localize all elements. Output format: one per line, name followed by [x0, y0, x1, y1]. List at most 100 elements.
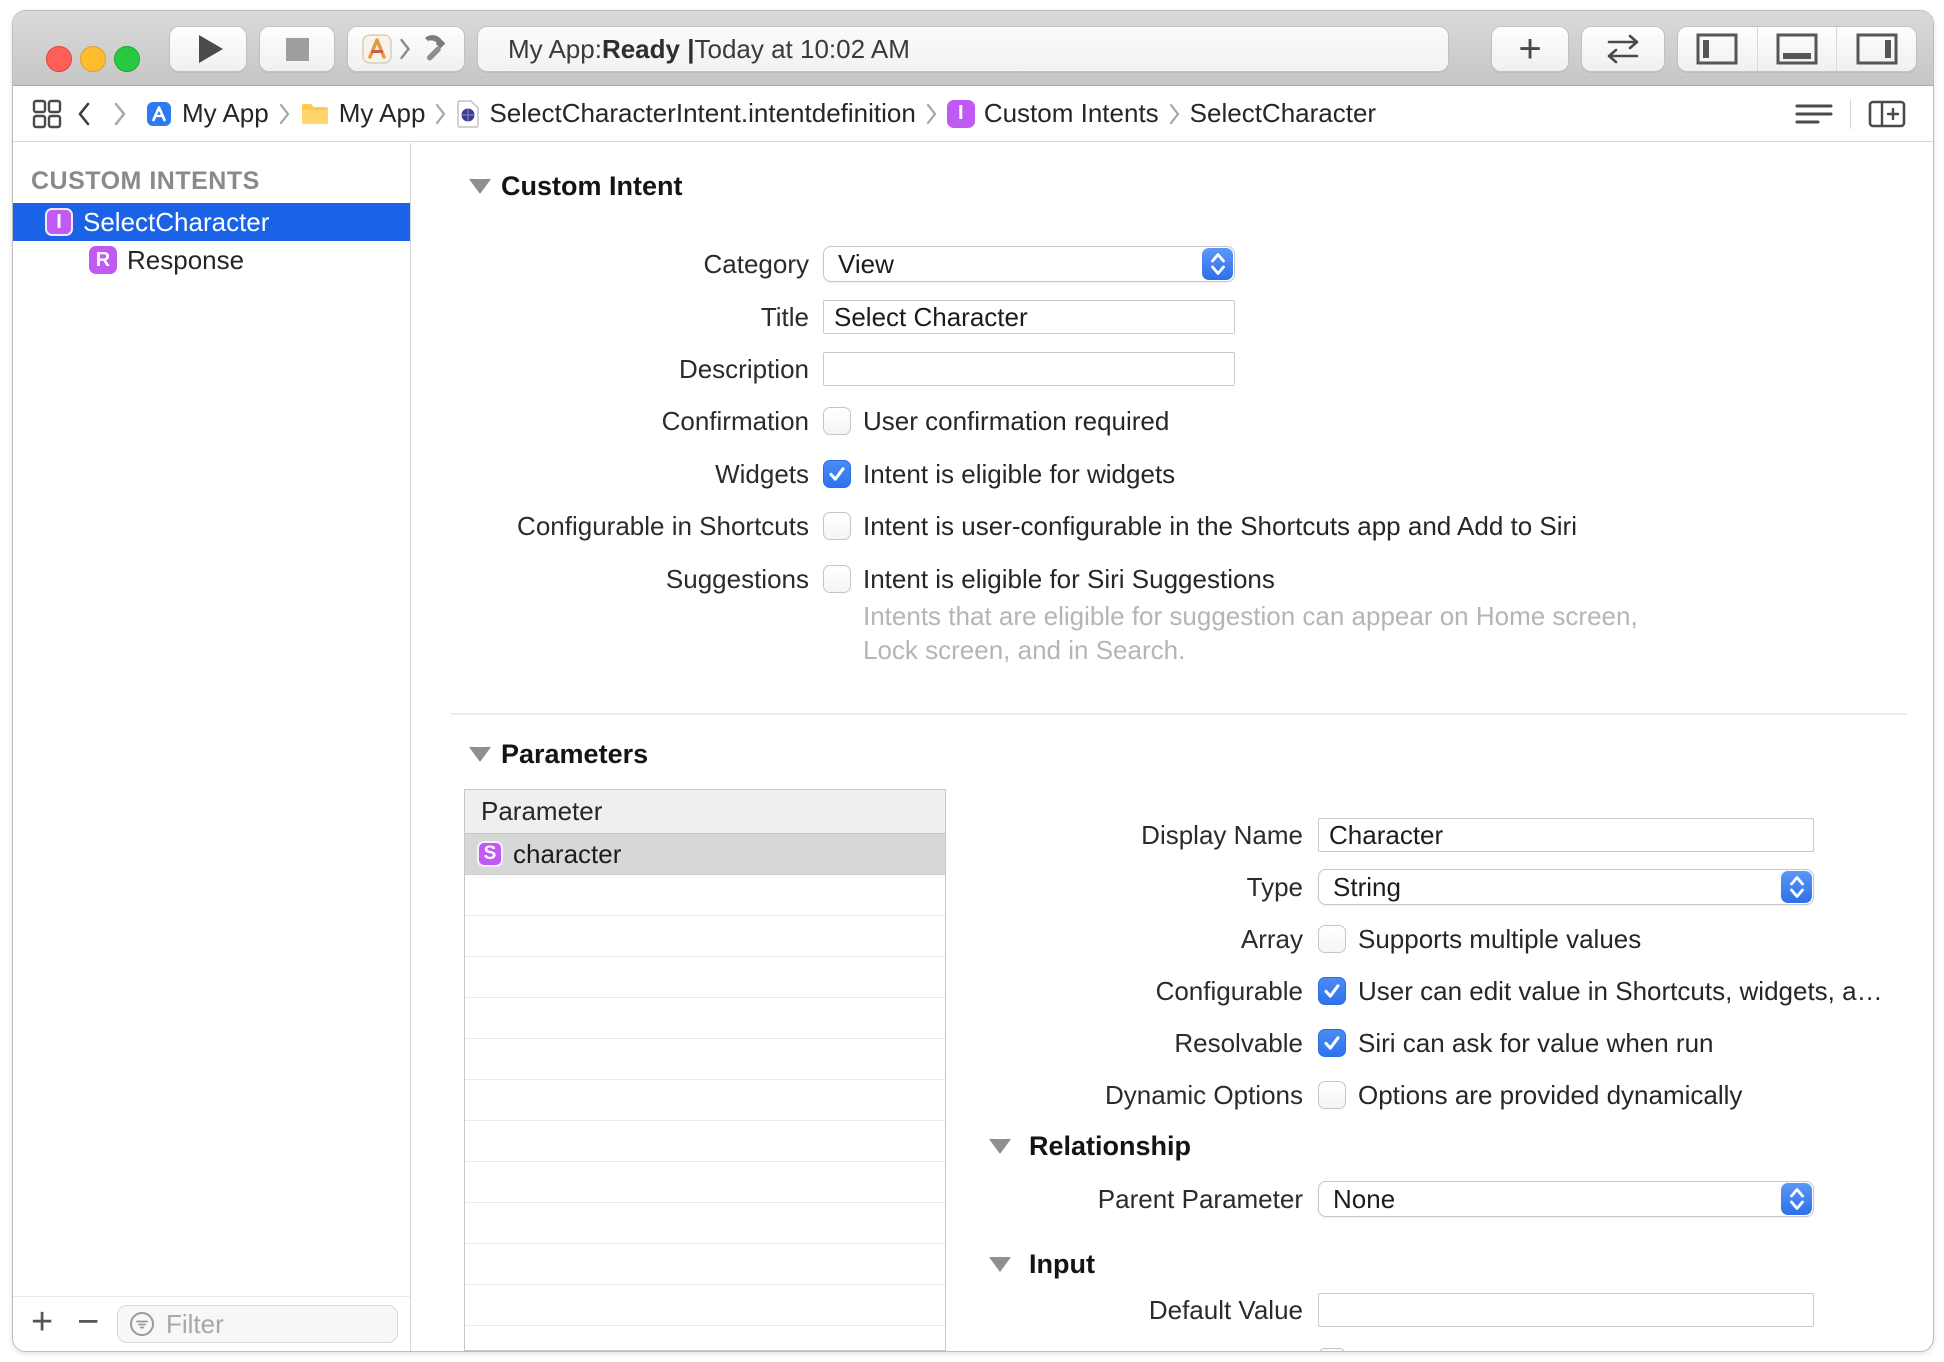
bottom-panel-icon — [1776, 33, 1818, 65]
filter-field[interactable] — [117, 1305, 398, 1343]
toggle-inspector-button[interactable] — [1836, 27, 1916, 71]
intent-badge-icon: I — [45, 208, 73, 236]
empty-table-row — [465, 1285, 945, 1326]
add-editor-icon[interactable] — [1867, 98, 1907, 130]
array-checkbox-label: Supports multiple values — [1358, 924, 1642, 954]
compare-arrows-icon — [1607, 34, 1639, 64]
breadcrumb-label: My App — [338, 98, 426, 128]
resolvable-label: Resolvable — [1174, 1028, 1303, 1058]
toggle-debug-area-button[interactable] — [1756, 27, 1837, 71]
stop-button[interactable] — [259, 26, 335, 72]
back-chevron-icon[interactable] — [77, 102, 91, 126]
intent-file-icon — [457, 99, 480, 128]
parent-parameter-popup[interactable]: None — [1318, 1181, 1814, 1217]
confirmation-checkbox[interactable] — [823, 407, 851, 435]
array-checkbox[interactable] — [1318, 925, 1346, 953]
suggestions-checkbox[interactable] — [823, 565, 851, 593]
empty-table-row — [465, 916, 945, 957]
library-add-button[interactable]: + — [1491, 26, 1569, 72]
input-disclosure-triangle[interactable] — [989, 1257, 1011, 1272]
category-label: Category — [703, 249, 810, 279]
empty-table-row — [465, 1203, 945, 1244]
parameters-disclosure-triangle[interactable] — [469, 747, 491, 762]
forward-chevron-icon[interactable] — [113, 102, 127, 126]
sidebar-item-label: Response — [127, 244, 245, 275]
configurable-checkbox-label: User can edit value in Shortcuts, widget… — [1358, 976, 1883, 1006]
parent-parameter-label: Parent Parameter — [1097, 1184, 1303, 1214]
configurable-checkbox[interactable] — [1318, 977, 1346, 1005]
configurable-shortcuts-checkbox[interactable] — [823, 512, 851, 540]
empty-table-row — [465, 1244, 945, 1285]
sidebar-item-label: SelectCharacter — [83, 206, 270, 237]
code-review-button[interactable] — [1581, 26, 1665, 72]
panel-toggle-group — [1677, 26, 1917, 72]
description-input[interactable] — [823, 352, 1235, 386]
hammer-icon — [425, 35, 445, 61]
breadcrumb-label: Custom Intents — [983, 98, 1159, 128]
parameter-row-character[interactable]: S character — [465, 834, 945, 875]
dynamic-options-checkbox[interactable] — [1318, 1081, 1346, 1109]
suggestions-checkbox-label: Intent is eligible for Siri Suggestions — [863, 564, 1275, 594]
empty-table-row — [465, 957, 945, 998]
parameter-name: character — [513, 838, 622, 869]
app-scheme-icon — [362, 34, 392, 64]
section-divider — [451, 713, 1907, 715]
type-value: String — [1333, 871, 1401, 902]
breadcrumb-separator-icon — [436, 103, 446, 124]
description-label: Description — [678, 354, 809, 384]
add-intent-button[interactable]: + — [31, 1301, 53, 1344]
configurable-shortcuts-label: Configurable in Shortcuts — [517, 511, 809, 541]
configurable-shortcuts-checkbox-label: Intent is user-configurable in the Short… — [863, 511, 1577, 541]
folder-icon — [301, 103, 328, 124]
empty-table-row — [465, 1121, 945, 1162]
empty-table-row — [465, 998, 945, 1039]
custom-intent-disclosure-triangle[interactable] — [469, 179, 491, 194]
empty-table-row — [465, 1080, 945, 1121]
dynamic-options-label: Dynamic Options — [1105, 1080, 1303, 1110]
input-section-header: Input — [1029, 1249, 1095, 1279]
toggle-navigator-button[interactable] — [1678, 27, 1757, 71]
project-icon — [147, 101, 171, 126]
filter-input[interactable] — [164, 1307, 387, 1341]
breadcrumb-file[interactable]: SelectCharacterIntent.intentdefinition — [456, 98, 916, 129]
breadcrumb-separator-icon — [1169, 103, 1180, 124]
suggestions-help-text: Intents that are eligible for suggestion… — [863, 601, 1638, 665]
default-value-input[interactable] — [1318, 1293, 1814, 1327]
breadcrumb-intent[interactable]: SelectCharacter — [1190, 98, 1376, 129]
category-popup[interactable]: View — [823, 246, 1235, 282]
title-input[interactable] — [823, 300, 1235, 334]
breadcrumb-project[interactable]: My App — [145, 98, 269, 129]
adjust-editor-icon[interactable] — [1794, 99, 1834, 129]
empty-table-row — [465, 1162, 945, 1203]
configurable-label: Configurable — [1155, 976, 1303, 1006]
widgets-checkbox[interactable] — [823, 460, 851, 488]
stop-icon — [285, 37, 309, 61]
sidebar-item-selectcharacter[interactable]: I SelectCharacter — [13, 203, 410, 241]
status-state: Ready | — [601, 33, 695, 64]
run-button[interactable] — [169, 26, 247, 72]
breadcrumb-label: SelectCharacter — [1189, 98, 1377, 128]
resolvable-checkbox[interactable] — [1318, 1029, 1346, 1057]
related-items-icon[interactable] — [31, 98, 63, 130]
sidebar-footer: + − — [13, 1296, 410, 1351]
zoom-window-button[interactable] — [114, 46, 140, 72]
breadcrumb-intent-group[interactable]: I Custom Intents — [946, 98, 1159, 129]
right-panel-icon — [1856, 33, 1898, 65]
close-window-button[interactable] — [46, 46, 72, 72]
custom-intent-section-header: Custom Intent — [501, 171, 683, 201]
clipped-checkbox — [1318, 1348, 1346, 1351]
relationship-disclosure-triangle[interactable] — [989, 1139, 1011, 1154]
scheme-selector-button[interactable] — [347, 26, 465, 72]
toolbar: My App: Ready | Today at 10:02 AM + — [13, 11, 1933, 86]
status-time: Today at 10:02 AM — [694, 33, 910, 64]
activity-status-view: My App: Ready | Today at 10:02 AM — [477, 26, 1449, 72]
display-name-input[interactable] — [1318, 818, 1814, 852]
type-popup[interactable]: String — [1318, 869, 1814, 905]
sidebar-item-response[interactable]: R Response — [13, 241, 410, 279]
minimize-window-button[interactable] — [80, 46, 106, 72]
divider — [1850, 99, 1851, 129]
left-panel-icon — [1696, 33, 1738, 65]
intent-badge-icon: I — [946, 99, 975, 128]
remove-intent-button[interactable]: − — [77, 1301, 99, 1344]
breadcrumb-group[interactable]: My App — [300, 98, 426, 129]
